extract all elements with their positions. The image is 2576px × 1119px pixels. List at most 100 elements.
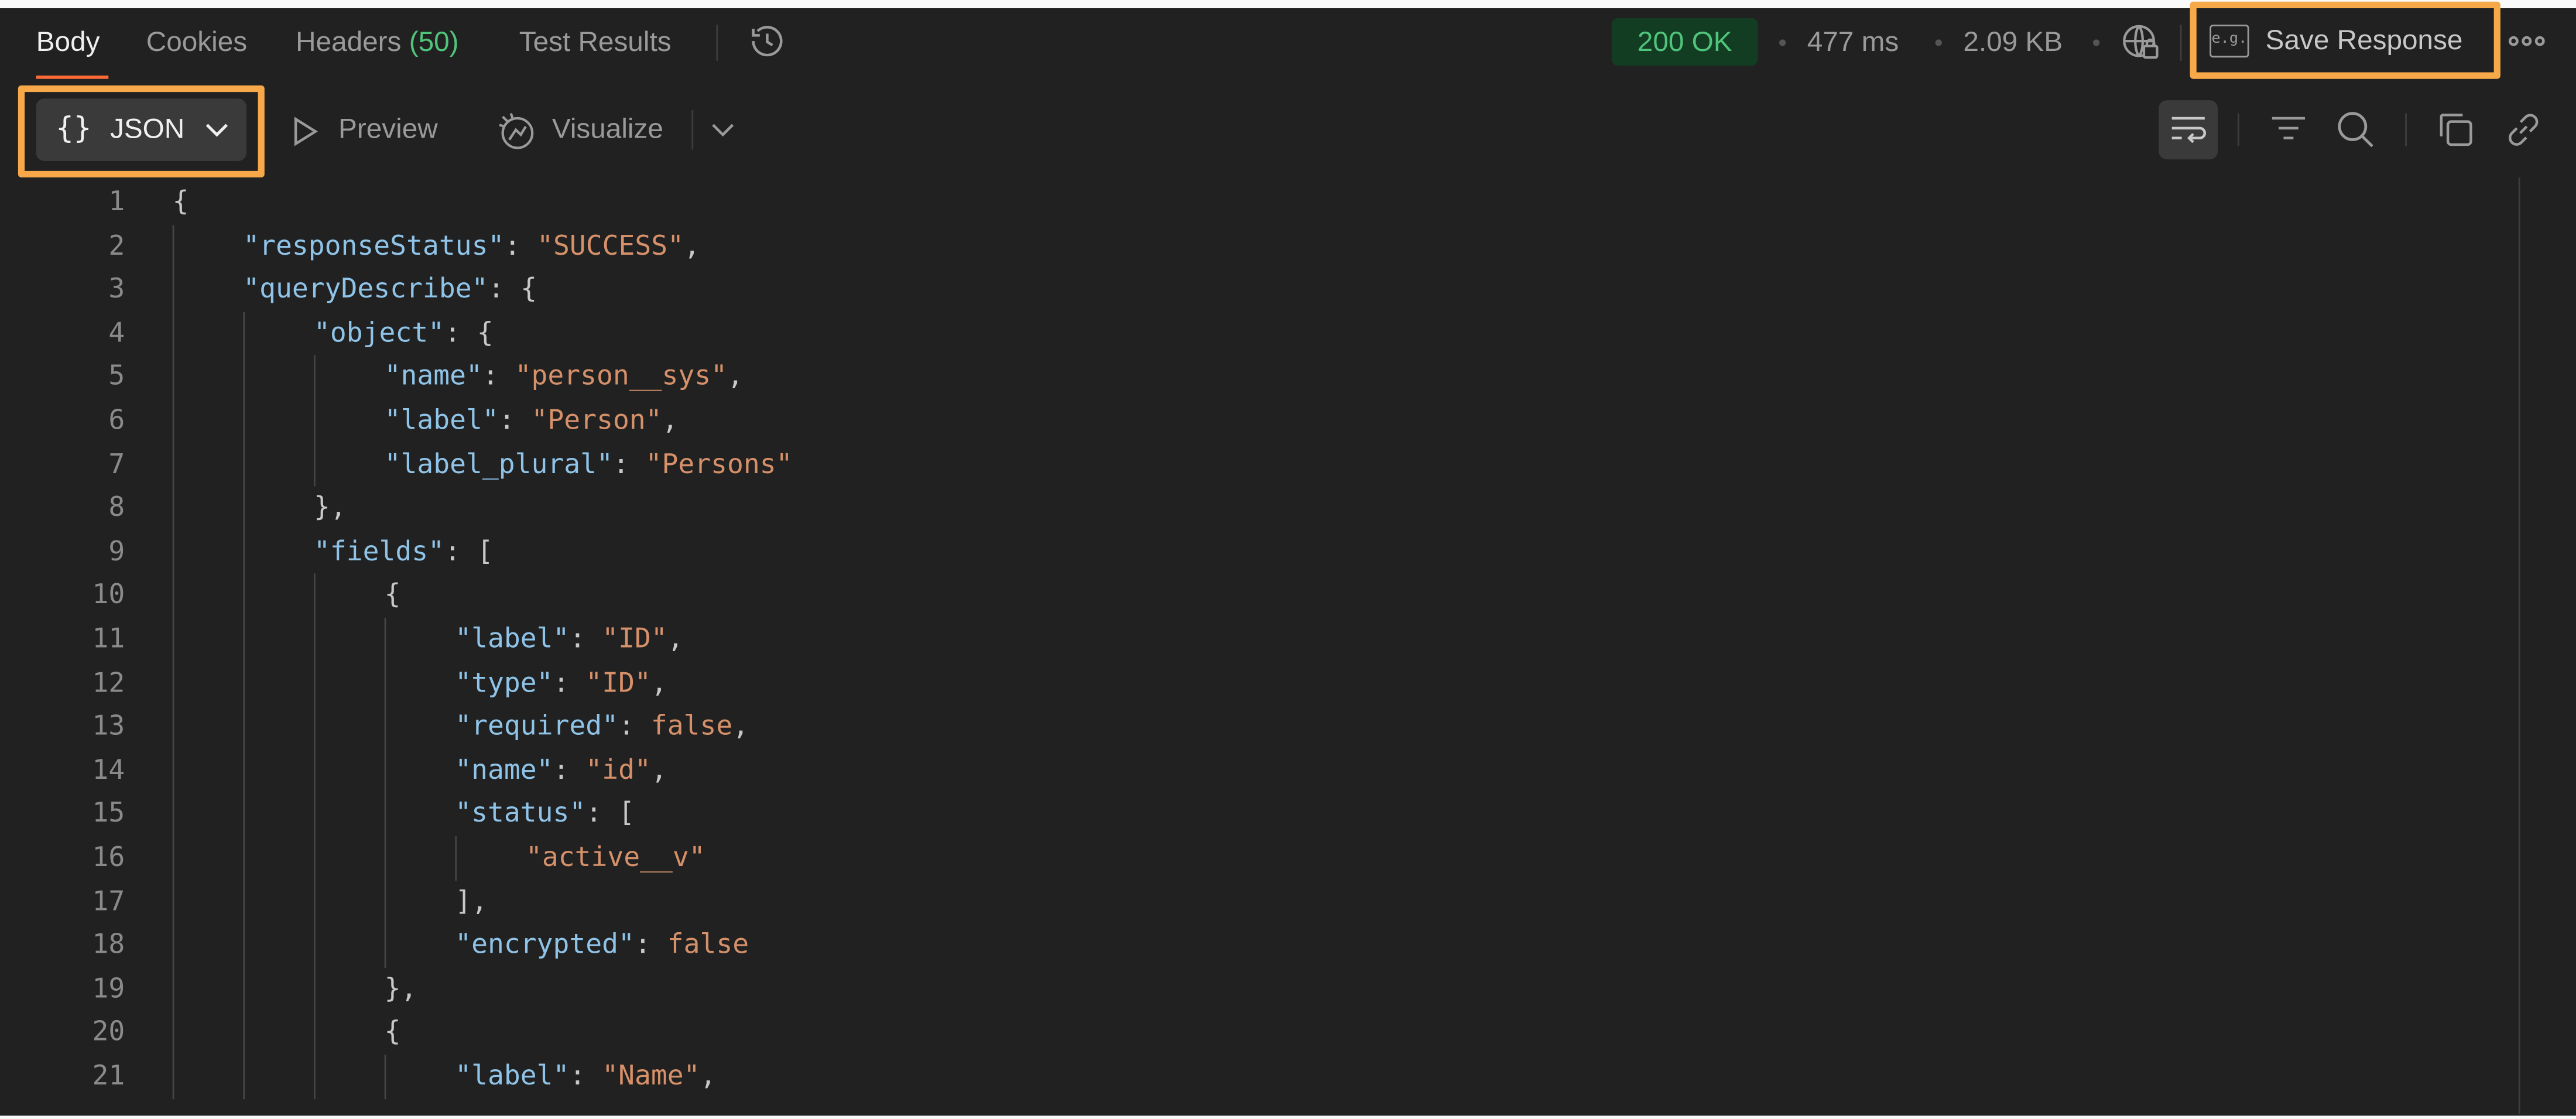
line-number: 15 [92, 798, 125, 829]
json-token-key: "label" [455, 1059, 570, 1091]
json-token-str: "active__v" [525, 841, 705, 873]
wrap-lines-button[interactable] [2159, 100, 2218, 160]
tab-body[interactable]: Body [36, 23, 100, 62]
json-token-pun: }, [313, 491, 347, 523]
toolbar-divider [2405, 113, 2407, 146]
tab-headers-label: Headers [296, 26, 402, 58]
search-icon[interactable] [2334, 108, 2377, 151]
line-number: 12 [92, 666, 125, 698]
visualize-dropdown-chevron-icon[interactable] [703, 110, 746, 153]
globe-lock-icon[interactable] [2119, 21, 2162, 64]
editor-scrollbar[interactable] [2518, 177, 2520, 1114]
history-icon[interactable] [746, 20, 789, 63]
code-line: "name": "id", [455, 749, 667, 793]
status-badge[interactable]: 200 OK [1611, 18, 1758, 66]
json-token-str: "SUCCESS" [537, 229, 684, 261]
indent-guide [384, 618, 386, 968]
response-time[interactable]: 477 ms [1807, 23, 1899, 62]
toolbar-divider [691, 110, 694, 150]
json-token-pun: , [662, 404, 679, 436]
json-token-pun: : { [488, 273, 537, 304]
response-size[interactable]: 2.09 KB [1963, 23, 2063, 62]
line-number: 16 [92, 841, 125, 873]
wrap-lines-icon [2167, 108, 2210, 159]
code-line: "responseStatus": "SUCCESS", [243, 224, 700, 268]
json-token-str: "person__sys" [515, 360, 728, 392]
line-number: 17 [92, 885, 125, 916]
code-line: "label": "Name", [455, 1055, 716, 1099]
json-token-pun: : [498, 404, 532, 436]
more-horizontal-icon[interactable] [2505, 20, 2548, 63]
json-token-key: "label" [455, 622, 570, 654]
copy-icon[interactable] [2435, 108, 2478, 151]
json-code-editor[interactable]: 1 {2 "responseStatus": "SUCCESS", 3 "queryDe… [0, 181, 2576, 1117]
json-token-lit: false [667, 928, 749, 960]
line-number: 4 [108, 317, 125, 348]
json-token-key: "required" [455, 710, 619, 742]
line-number: 18 [92, 928, 125, 960]
json-token-key: "label_plural" [384, 447, 613, 480]
line-number: 3 [108, 273, 125, 304]
indent-guide [384, 1055, 386, 1099]
code-line: "required": false, [455, 705, 749, 749]
json-token-pun: : [ [444, 535, 494, 567]
json-token-pun: , [667, 622, 684, 654]
separator-dot [2092, 39, 2100, 46]
indent-guide [455, 836, 457, 880]
line-number: 11 [92, 622, 125, 654]
tab-cookies[interactable]: Cookies [146, 23, 247, 62]
json-token-key: "fields" [313, 535, 445, 567]
json-token-pun: : { [444, 317, 494, 348]
json-token-pun: : [482, 360, 515, 392]
tab-test-results[interactable]: Test Results [519, 23, 672, 62]
line-number: 6 [108, 404, 125, 436]
json-token-pun: : [634, 928, 667, 960]
line-number: 9 [108, 535, 125, 567]
indent-guide [172, 224, 174, 1099]
code-line: { [385, 574, 401, 618]
json-token-pun: : [618, 710, 651, 742]
code-line: "type": "ID", [455, 662, 667, 706]
line-number: 7 [108, 447, 125, 480]
line-number: 8 [108, 491, 125, 523]
json-token-str: "ID" [602, 622, 667, 654]
link-icon[interactable] [2502, 108, 2545, 151]
format-select-button[interactable]: {} JSON [36, 98, 246, 161]
tab-headers[interactable]: Headers (50) [296, 23, 458, 62]
line-number: 1 [108, 186, 125, 217]
json-token-key: "name" [384, 360, 482, 392]
active-tab-indicator [36, 76, 109, 79]
json-token-pun: { [384, 1016, 401, 1048]
indent-guide [313, 355, 316, 487]
json-token-pun: , [684, 229, 700, 261]
status-divider [2180, 25, 2182, 61]
code-line: "object": { [314, 312, 494, 356]
json-token-pun: { [172, 186, 189, 217]
json-token-key: "type" [455, 666, 553, 698]
line-number: 19 [92, 972, 125, 1004]
code-line: "label": "ID", [455, 618, 683, 662]
visualize-icon [496, 110, 539, 166]
code-line: "label_plural": "Persons" [385, 443, 793, 487]
code-line: "active__v" [526, 836, 705, 880]
json-token-pun: : [553, 754, 586, 785]
visualize-label: Visualize [551, 113, 663, 145]
separator-dot [1935, 39, 1942, 46]
json-token-pun: { [384, 579, 401, 611]
filter-icon[interactable] [2267, 108, 2310, 151]
save-response-label: Save Response [2265, 25, 2463, 56]
json-token-pun: }, [384, 972, 417, 1004]
save-response-button[interactable]: e.g. Save Response [2207, 16, 2486, 66]
code-line: "fields": [ [314, 531, 494, 574]
separator-dot [1779, 39, 1786, 46]
headers-count: (50) [409, 26, 459, 58]
line-number: 14 [92, 754, 125, 785]
json-token-key: "encrypted" [455, 928, 635, 960]
line-number: 13 [92, 710, 125, 742]
json-token-pun: , [650, 666, 667, 698]
json-token-key: "object" [313, 317, 445, 348]
code-line: "status": [ [455, 793, 635, 837]
line-number: 2 [108, 229, 125, 261]
code-line: "name": "person__sys", [385, 355, 744, 399]
json-token-pun: , [727, 360, 744, 392]
